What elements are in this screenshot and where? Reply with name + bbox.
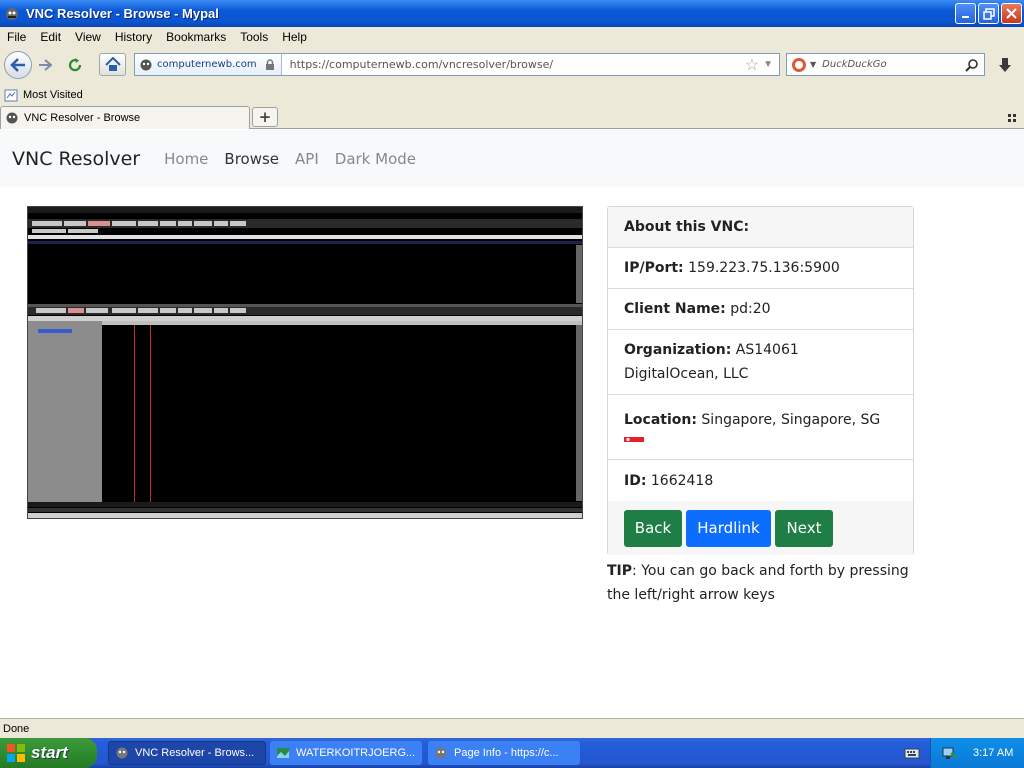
bookmark-most-visited[interactable]: Most Visited bbox=[23, 89, 83, 101]
menu-tools[interactable]: Tools bbox=[233, 30, 275, 44]
minimize-button[interactable] bbox=[955, 3, 976, 24]
tip-text: : You can go back and forth by pressing … bbox=[607, 563, 909, 603]
menu-edit[interactable]: Edit bbox=[33, 30, 68, 44]
menu-file[interactable]: File bbox=[0, 30, 33, 44]
lock-icon bbox=[265, 58, 274, 70]
ip-port-label: IP/Port: bbox=[624, 260, 684, 276]
arrow-left-icon bbox=[10, 58, 25, 72]
client-name-row: Client Name: pd:20 bbox=[608, 289, 913, 330]
reload-button[interactable] bbox=[63, 54, 87, 76]
new-tab-button[interactable]: + bbox=[252, 107, 278, 127]
vnc-screenshot bbox=[27, 206, 583, 519]
menu-help[interactable]: Help bbox=[275, 30, 314, 44]
ip-port-value: 159.223.75.136:5900 bbox=[688, 260, 840, 276]
image-viewer-icon bbox=[277, 748, 289, 758]
tab-label: VNC Resolver - Browse bbox=[24, 112, 141, 124]
nav-browse[interactable]: Browse bbox=[224, 150, 279, 168]
most-visited-folder-icon bbox=[4, 89, 18, 101]
start-button[interactable]: start bbox=[0, 738, 97, 768]
id-label: ID: bbox=[624, 472, 647, 489]
id-row: ID: 1662418 bbox=[608, 460, 913, 501]
reload-icon bbox=[68, 58, 82, 72]
status-bar: Done bbox=[0, 718, 1024, 738]
taskbar-item-browser-label: VNC Resolver - Brows... bbox=[135, 747, 255, 759]
organization-row: Organization: AS14061 DigitalOcean, LLC bbox=[608, 330, 913, 395]
singapore-flag-icon bbox=[624, 436, 644, 447]
url-text[interactable]: https://computernewb.com/vncresolver/bro… bbox=[290, 58, 745, 71]
site-favicon-icon bbox=[140, 59, 152, 70]
taskbar-item-browser[interactable]: VNC Resolver - Brows... bbox=[108, 741, 266, 765]
address-bar[interactable]: computernewb.com https://computernewb.co… bbox=[134, 53, 780, 76]
location-row: Location: Singapore, Singapore, SG bbox=[608, 395, 913, 460]
menu-history[interactable]: History bbox=[108, 30, 159, 44]
site-brand[interactable]: VNC Resolver bbox=[12, 148, 140, 170]
card-header-title: About this VNC: bbox=[624, 219, 750, 235]
back-button[interactable]: Back bbox=[624, 509, 682, 547]
browser-taskbar-icon bbox=[116, 747, 128, 759]
card-footer: Back Hardlink Next bbox=[608, 501, 913, 555]
menu-bookmarks[interactable]: Bookmarks bbox=[159, 30, 233, 44]
home-button[interactable] bbox=[99, 53, 126, 76]
downloads-button[interactable] bbox=[992, 54, 1018, 76]
url-dropdown-icon[interactable]: ▼ bbox=[763, 59, 773, 70]
window-title-bar[interactable]: VNC Resolver - Browse - Mypal bbox=[0, 0, 1024, 27]
keyboard-layout-icon[interactable] bbox=[904, 746, 920, 763]
bookmarks-toolbar: Most Visited bbox=[0, 84, 1024, 105]
start-label: start bbox=[31, 743, 68, 762]
search-bar[interactable]: ▼ DuckDuckGo bbox=[786, 53, 985, 76]
taskbar-item-waterkoit[interactable]: WATERKOITRJOERG... bbox=[270, 741, 422, 765]
organization-label: Organization: bbox=[624, 342, 732, 358]
search-icon[interactable] bbox=[965, 58, 979, 72]
download-arrow-icon bbox=[999, 58, 1011, 72]
mypal-app-icon bbox=[4, 6, 20, 22]
tab-favicon-icon bbox=[6, 112, 18, 124]
site-navbar: VNC Resolver Home Browse API Dark Mode bbox=[0, 130, 1024, 187]
back-nav-button[interactable] bbox=[4, 51, 32, 79]
page-info-icon bbox=[435, 747, 447, 759]
tab-vnc-resolver[interactable]: VNC Resolver - Browse bbox=[0, 106, 250, 129]
clock[interactable]: 3:17 AM bbox=[973, 747, 1013, 759]
status-text: Done bbox=[3, 722, 30, 735]
menu-view[interactable]: View bbox=[68, 30, 108, 44]
vnc-info-card: About this VNC: IP/Port: 159.223.75.136:… bbox=[607, 206, 914, 555]
duckduckgo-icon bbox=[792, 57, 806, 72]
taskbar-item-waterkoit-label: WATERKOITRJOERG... bbox=[296, 747, 416, 759]
system-tray: 3:17 AM bbox=[930, 738, 1024, 768]
page-viewport: VNC Resolver Home Browse API Dark Mode A… bbox=[0, 130, 1024, 718]
nav-dark-mode[interactable]: Dark Mode bbox=[335, 150, 416, 168]
hardlink-button[interactable]: Hardlink bbox=[686, 509, 771, 547]
maximize-button[interactable] bbox=[978, 3, 999, 24]
window-title: VNC Resolver - Browse - Mypal bbox=[26, 6, 219, 21]
nav-api[interactable]: API bbox=[295, 150, 319, 168]
next-button[interactable]: Next bbox=[775, 509, 833, 547]
windows-logo-icon bbox=[7, 744, 25, 762]
plus-icon: + bbox=[258, 108, 272, 126]
arrow-right-icon bbox=[39, 59, 52, 71]
nav-home[interactable]: Home bbox=[164, 150, 208, 168]
card-header: About this VNC: bbox=[608, 207, 913, 248]
location-label: Location: bbox=[624, 411, 697, 428]
vnc-screenshot-image bbox=[28, 207, 582, 518]
taskbar-item-page-info-label: Page Info - https://c... bbox=[454, 747, 559, 759]
ip-port-row: IP/Port: 159.223.75.136:5900 bbox=[608, 248, 913, 289]
network-tray-icon[interactable] bbox=[941, 745, 957, 761]
close-window-button[interactable] bbox=[1001, 3, 1022, 24]
location-value: Singapore, Singapore, SG bbox=[701, 411, 881, 428]
search-engine-dropdown-icon[interactable]: ▼ bbox=[810, 60, 816, 69]
home-icon bbox=[104, 57, 121, 71]
menu-bar: File Edit View History Bookmarks Tools H… bbox=[0, 27, 1024, 46]
client-name-label: Client Name: bbox=[624, 301, 726, 317]
site-identity[interactable]: computernewb.com bbox=[135, 54, 282, 75]
forward-nav-button[interactable] bbox=[34, 54, 56, 76]
id-value: 1662418 bbox=[650, 472, 714, 489]
client-name-value: pd:20 bbox=[730, 301, 771, 317]
taskbar-item-page-info[interactable]: Page Info - https://c... bbox=[428, 741, 580, 765]
search-placeholder: DuckDuckGo bbox=[822, 59, 887, 70]
site-identity-label: computernewb.com bbox=[157, 59, 257, 70]
navigation-tip: TIP: You can go back and forth by pressi… bbox=[607, 559, 917, 607]
tip-label: TIP bbox=[607, 563, 633, 579]
bookmark-star-icon[interactable]: ☆ bbox=[745, 55, 759, 75]
tab-list-icon[interactable] bbox=[1008, 112, 1018, 126]
